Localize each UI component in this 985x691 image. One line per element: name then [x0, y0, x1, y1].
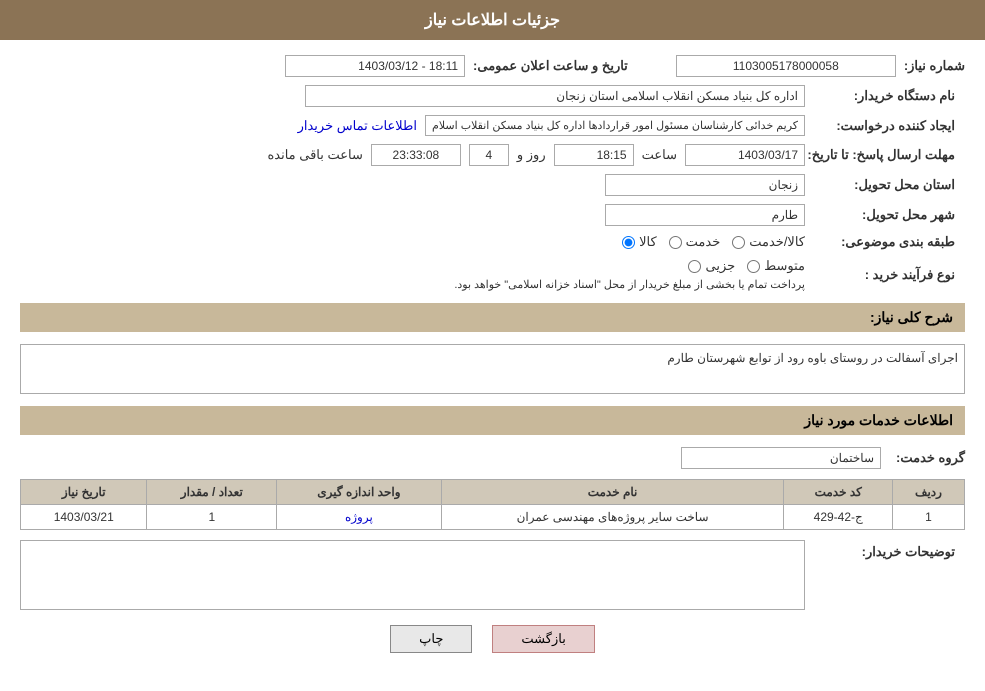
buyer-notes-textarea[interactable]: [20, 540, 805, 610]
need-number-value: 1103005178000058: [676, 55, 896, 77]
service-group-label: گروه خدمت:: [896, 450, 965, 466]
services-table: ردیف کد خدمت نام خدمت واحد اندازه گیری ت…: [20, 479, 965, 530]
city-row: شهر محل تحویل: طارم: [20, 204, 965, 226]
print-button[interactable]: چاپ: [390, 625, 472, 653]
page-header: جزئیات اطلاعات نیاز: [0, 0, 985, 40]
description-section-wrapper: شرح کلی نیاز: اجرای آسفالت در روستای باو…: [20, 303, 965, 394]
cell-name: ساخت سایر پروژه‌های مهندسی عمران: [441, 505, 784, 530]
deadline-remaining: 23:33:08: [371, 144, 461, 166]
city-value: طارم: [605, 204, 805, 226]
category-option-khedmat: خدمت: [669, 234, 721, 250]
category-label-khedmat: خدمت: [686, 234, 721, 250]
category-label-kala-khedmat: کالا/خدمت: [749, 234, 805, 250]
province-label: استان محل تحویل:: [805, 177, 965, 193]
contact-link[interactable]: اطلاعات تماس خریدار: [298, 118, 417, 134]
need-number-label: شماره نیاز:: [904, 58, 965, 74]
col-header-unit: واحد اندازه گیری: [277, 480, 441, 505]
announce-date-label: تاریخ و ساعت اعلان عمومی:: [473, 58, 628, 74]
buyer-name-value: اداره کل بنیاد مسکن انقلاب اسلامی استان …: [305, 85, 805, 107]
deadline-label: مهلت ارسال پاسخ: تا تاریخ:: [805, 147, 965, 163]
creator-value: کریم خدائی کارشناسان مسئول امور قرارداده…: [425, 115, 805, 136]
description-box: اجرای آسفالت در روستای باوه رود از توابع…: [20, 344, 965, 394]
service-group-row: گروه خدمت: ساختمان: [20, 447, 965, 469]
process-option-motavaset: متوسط: [747, 258, 805, 274]
cell-quantity: 1: [147, 505, 277, 530]
category-label-kala: کالا: [639, 234, 657, 250]
buyer-notes-label: توضیحات خریدار:: [805, 540, 965, 560]
cell-row: 1: [892, 505, 964, 530]
process-option-jozyi: جزیی: [688, 258, 735, 274]
service-group-value: ساختمان: [681, 447, 881, 469]
deadline-date: 1403/03/17: [685, 144, 805, 166]
page-title: جزئیات اطلاعات نیاز: [425, 12, 560, 29]
city-label: شهر محل تحویل:: [805, 207, 965, 223]
process-radio-motavaset[interactable]: [747, 260, 760, 273]
button-row: بازگشت چاپ: [20, 625, 965, 653]
category-radio-kala[interactable]: [622, 236, 635, 249]
col-header-date: تاریخ نیاز: [21, 480, 147, 505]
process-radio-group: متوسط جزیی: [688, 258, 805, 274]
description-text: اجرای آسفالت در روستای باوه رود از توابع…: [667, 351, 958, 365]
category-option-kala-khedmat: کالا/خدمت: [732, 234, 805, 250]
creator-row: ایجاد کننده درخواست: کریم خدائی کارشناسا…: [20, 115, 965, 136]
back-button[interactable]: بازگشت: [492, 625, 594, 653]
category-radio-khedmat[interactable]: [669, 236, 682, 249]
col-header-row: ردیف: [892, 480, 964, 505]
services-table-container: ردیف کد خدمت نام خدمت واحد اندازه گیری ت…: [20, 479, 965, 530]
cell-unit: پروژه: [277, 505, 441, 530]
deadline-time-label: ساعت: [642, 147, 677, 163]
cell-code: ج-42-429: [784, 505, 893, 530]
col-header-code: کد خدمت: [784, 480, 893, 505]
services-section-title: اطلاعات خدمات مورد نیاز: [20, 406, 965, 435]
cell-date: 1403/03/21: [21, 505, 147, 530]
announce-date-value: 18:11 - 1403/03/12: [285, 55, 465, 77]
process-label-jozyi: جزیی: [705, 258, 735, 274]
col-header-quantity: تعداد / مقدار: [147, 480, 277, 505]
deadline-remaining-label: ساعت باقی مانده: [267, 147, 362, 163]
need-number-row: شماره نیاز: 1103005178000058 تاریخ و ساع…: [20, 55, 965, 77]
process-label: نوع فرآیند خرید :: [805, 267, 965, 283]
creator-label: ایجاد کننده درخواست:: [805, 118, 965, 134]
content-area: شماره نیاز: 1103005178000058 تاریخ و ساع…: [0, 40, 985, 683]
page-container: جزئیات اطلاعات نیاز شماره نیاز: 11030051…: [0, 0, 985, 691]
category-label: طبقه بندی موضوعی:: [805, 234, 965, 250]
process-note: پرداخت تمام یا بخشی از مبلغ خریدار از مح…: [454, 278, 805, 291]
deadline-time: 18:15: [554, 144, 634, 166]
category-row: طبقه بندی موضوعی: کالا/خدمت خدمت کالا: [20, 234, 965, 250]
process-label-motavaset: متوسط: [764, 258, 805, 274]
col-header-name: نام خدمت: [441, 480, 784, 505]
table-header-row: ردیف کد خدمت نام خدمت واحد اندازه گیری ت…: [21, 480, 965, 505]
buyer-name-label: نام دستگاه خریدار:: [805, 88, 965, 104]
category-option-kala: کالا: [622, 234, 657, 250]
deadline-row: مهلت ارسال پاسخ: تا تاریخ: 1403/03/17 سا…: [20, 144, 965, 166]
category-radio-group: کالا/خدمت خدمت کالا: [622, 234, 805, 250]
category-radio-kala-khedmat[interactable]: [732, 236, 745, 249]
process-row: نوع فرآیند خرید : متوسط جزیی پرداخت تمام…: [20, 258, 965, 291]
province-value: زنجان: [605, 174, 805, 196]
deadline-days: 4: [469, 144, 509, 166]
description-section-title: شرح کلی نیاز:: [20, 303, 965, 332]
table-row: 1 ج-42-429 ساخت سایر پروژه‌های مهندسی عم…: [21, 505, 965, 530]
deadline-days-label: روز و: [517, 147, 546, 163]
process-radio-jozyi[interactable]: [688, 260, 701, 273]
province-row: استان محل تحویل: زنجان: [20, 174, 965, 196]
buyer-notes-row: توضیحات خریدار:: [20, 540, 965, 610]
buyer-name-row: نام دستگاه خریدار: اداره کل بنیاد مسکن ا…: [20, 85, 965, 107]
